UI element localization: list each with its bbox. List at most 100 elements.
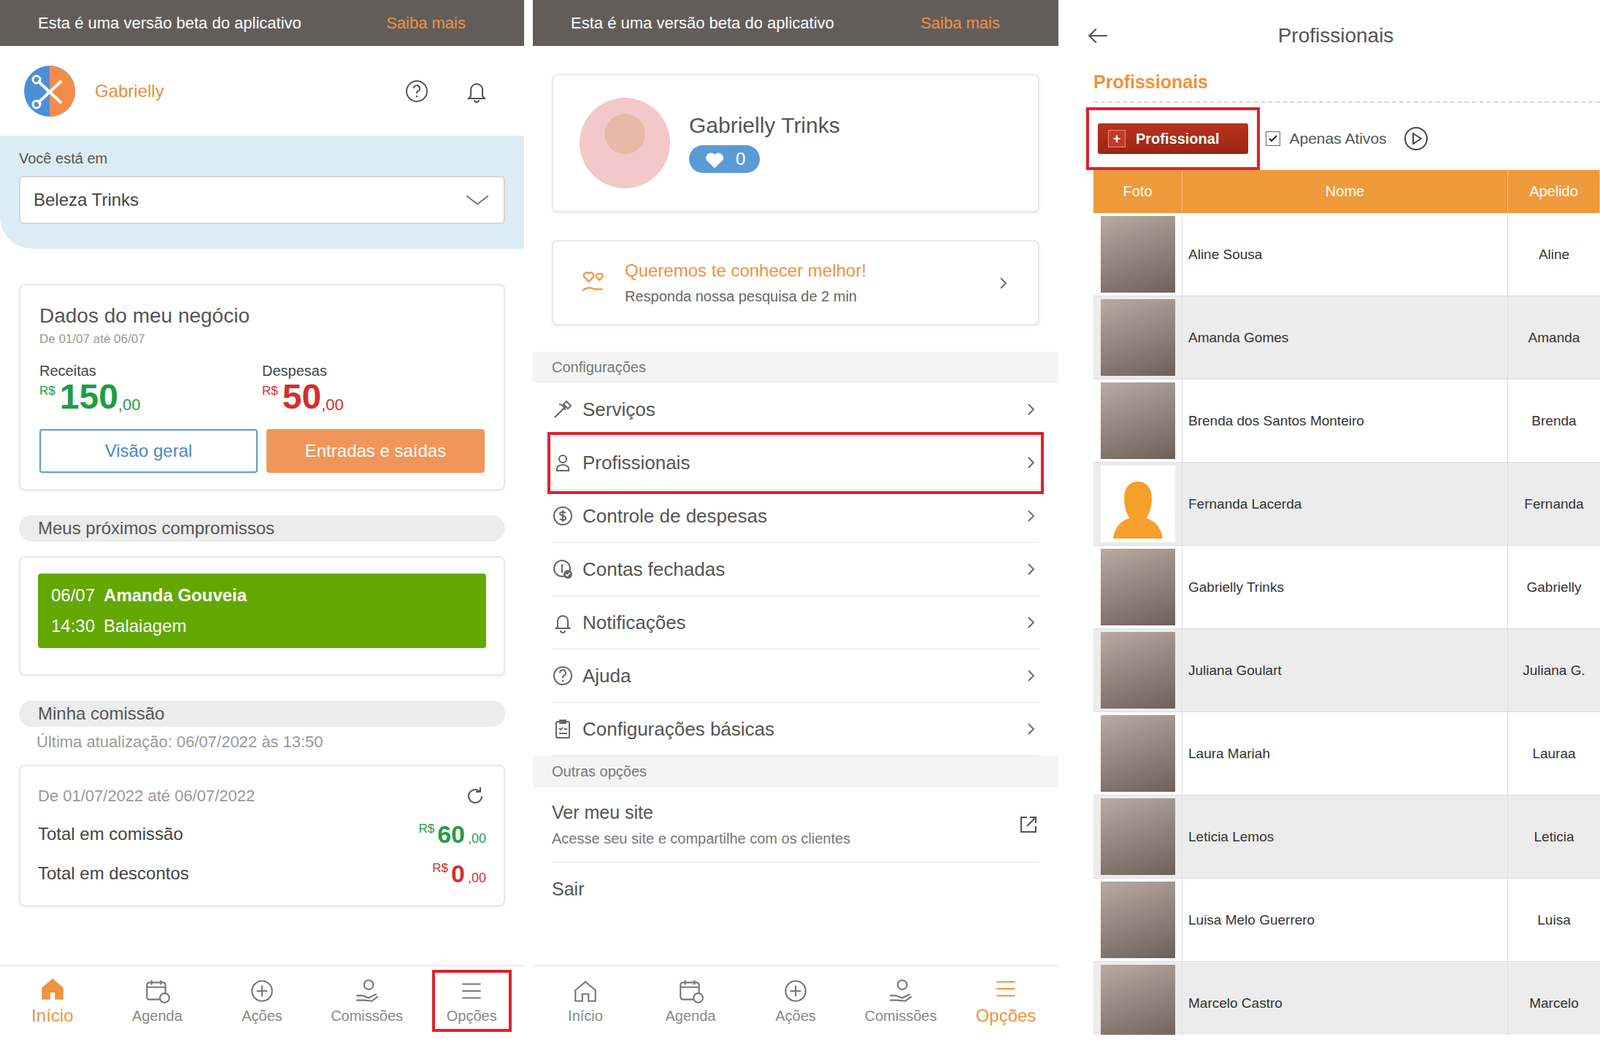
nav-item[interactable]: Opções [953,966,1059,1036]
add-button-highlight: + Profissional [1089,110,1257,168]
back-arrow-icon[interactable] [1086,24,1110,48]
nav-item[interactable]: Ações [209,966,315,1036]
menu-icon [991,975,1020,1003]
table-row[interactable]: Leticia Lemos Leticia [1093,795,1600,879]
name-cell: Amanda Gomes [1182,296,1509,379]
person-silhouette-icon [1110,478,1166,543]
site-title: Ver meu site [551,802,851,824]
refresh-icon[interactable] [464,785,487,808]
chevron-right-icon [1021,720,1040,738]
menu-item[interactable]: Contas fechadas [551,543,1040,597]
nav-item[interactable]: Agenda [105,966,211,1036]
survey-title: Queremos te conhecer melhor! [624,260,980,282]
location-section: Você está em Beleza Trinks [0,135,525,249]
nav-item[interactable]: Agenda [637,966,744,1036]
table-row[interactable]: Juliana Goulart Juliana G. [1093,629,1600,713]
site-link[interactable]: Ver meu site Acesse seu site e compartil… [551,787,1040,863]
chevron-right-icon [994,274,1012,292]
table-row[interactable]: Luisa Melo Guerrero Luisa [1093,878,1600,963]
bell-icon [551,611,574,634]
check-icon [1267,132,1279,145]
nickname-cell: Aline [1508,213,1600,296]
nav-label: Comissões [864,1008,938,1025]
nav-item-content[interactable]: Agenda [120,972,195,1030]
nav-item-content[interactable]: Opções [435,972,509,1030]
chevron-right-icon [1021,400,1040,419]
nav-label: Ações [241,1008,283,1025]
nav-item[interactable]: Início [0,966,106,1036]
help-icon [551,664,574,687]
table-row[interactable]: Amanda Gomes Amanda [1093,296,1600,380]
checkbox[interactable] [1265,131,1281,146]
nav-item-content[interactable]: Opções [964,970,1049,1031]
name-cell: Fernanda Lacerda [1182,462,1509,546]
business-button[interactable]: Entradas e saídas [266,429,485,473]
beta-link[interactable]: Saiba mais [920,13,1000,33]
nav-item[interactable]: Início [532,966,638,1036]
nav-label: Ações [775,1008,817,1025]
menu-item[interactable]: Configurações básicas [551,702,1040,757]
appointment[interactable]: 06/07Amanda Gouveia 14:30Balaiagem [37,573,487,649]
column-header[interactable]: Nome [1182,170,1509,214]
table-row[interactable]: Fernanda Lacerda Fernanda [1093,462,1600,546]
profile-photo [1100,382,1176,460]
nickname-cell: Leticia [1508,795,1600,879]
menu-item[interactable]: Notificações [551,596,1040,650]
nav-item[interactable]: Comissões [314,966,420,1036]
table-row[interactable]: Brenda dos Santos Monteiro Brenda [1093,379,1600,463]
beta-link[interactable]: Saiba mais [386,13,466,33]
nav-item[interactable]: Opções [418,966,525,1036]
figure: Receitas R$150,00 [39,362,263,415]
nav-item-content[interactable]: Comissões [318,972,415,1030]
add-professional-button[interactable]: + Profissional [1097,123,1249,155]
column-header[interactable]: Foto [1093,170,1183,214]
profile-name: Gabrielly Trinks [689,113,841,138]
user-name[interactable]: Gabrielly [94,81,165,102]
figure-value: R$50,00 [262,379,485,415]
table-row[interactable]: Laura Mariah Lauraa [1093,712,1600,796]
nav-item-content[interactable]: Ações [763,972,828,1030]
nickname-cell: Lauraa [1508,712,1600,795]
survey-card[interactable]: Queremos te conhecer melhor! Responda no… [551,240,1040,326]
nav-item-content[interactable]: Ações [229,972,295,1030]
profile-photo [579,97,671,189]
nav-item-content[interactable]: Início [556,972,615,1030]
beta-banner: Esta é uma versão beta do aplicativo Sai… [532,0,1059,46]
chevron-right-icon [1021,560,1040,579]
figure-label: Receitas [39,362,263,380]
logout-button[interactable]: Sair [551,862,1040,917]
nav-item[interactable]: Ações [743,966,849,1036]
menu-item[interactable]: Controle de despesas [551,489,1040,544]
table-row[interactable]: Marcelo Castro Marcelo [1093,962,1600,1036]
external-link-icon [1017,813,1040,836]
nav-item-content[interactable]: Início [19,970,85,1031]
business-button[interactable]: Visão geral [39,429,258,473]
column-header[interactable]: Apelido [1508,170,1600,214]
bell-icon[interactable] [464,78,490,104]
active-only-checkbox[interactable]: Apenas Ativos [1265,129,1387,148]
home-screen: Esta é uma versão beta do aplicativo Sai… [0,0,525,1036]
table-row[interactable]: Gabrielly Trinks Gabrielly [1093,545,1600,630]
play-video-icon[interactable] [1402,125,1430,152]
nav-item[interactable]: Comissões [848,966,954,1036]
commission-updated: Última atualização: 06/07/2022 às 13:50 [36,732,525,752]
menu-item[interactable]: Ajuda [551,649,1040,703]
home-icon [38,975,67,1003]
nav-label: Agenda [132,1008,183,1025]
beta-text: Esta é uma versão beta do aplicativo [37,13,302,33]
help-icon[interactable] [404,78,430,104]
table-row[interactable]: Aline Sousa Aline [1093,213,1600,297]
nav-item-content[interactable]: Comissões [853,972,949,1030]
calendar-icon [676,977,705,1006]
bottom-nav: Início Agenda Ações Comissões Opções [0,965,525,1036]
nickname-cell: Marcelo [1508,962,1600,1036]
menu-item[interactable]: Profissionais [551,436,1040,490]
profile-photo [1100,881,1176,959]
menu-item[interactable]: Serviços [551,383,1040,437]
name-cell: Aline Sousa [1182,213,1509,296]
profile-photo [1100,798,1176,876]
profile-card[interactable]: Gabrielly Trinks 0 [551,73,1040,213]
location-select[interactable]: Beleza Trinks [18,175,506,225]
screenshot-collage: Esta é uma versão beta do aplicativo Sai… [0,0,1600,1045]
nav-item-content[interactable]: Agenda [654,972,728,1030]
